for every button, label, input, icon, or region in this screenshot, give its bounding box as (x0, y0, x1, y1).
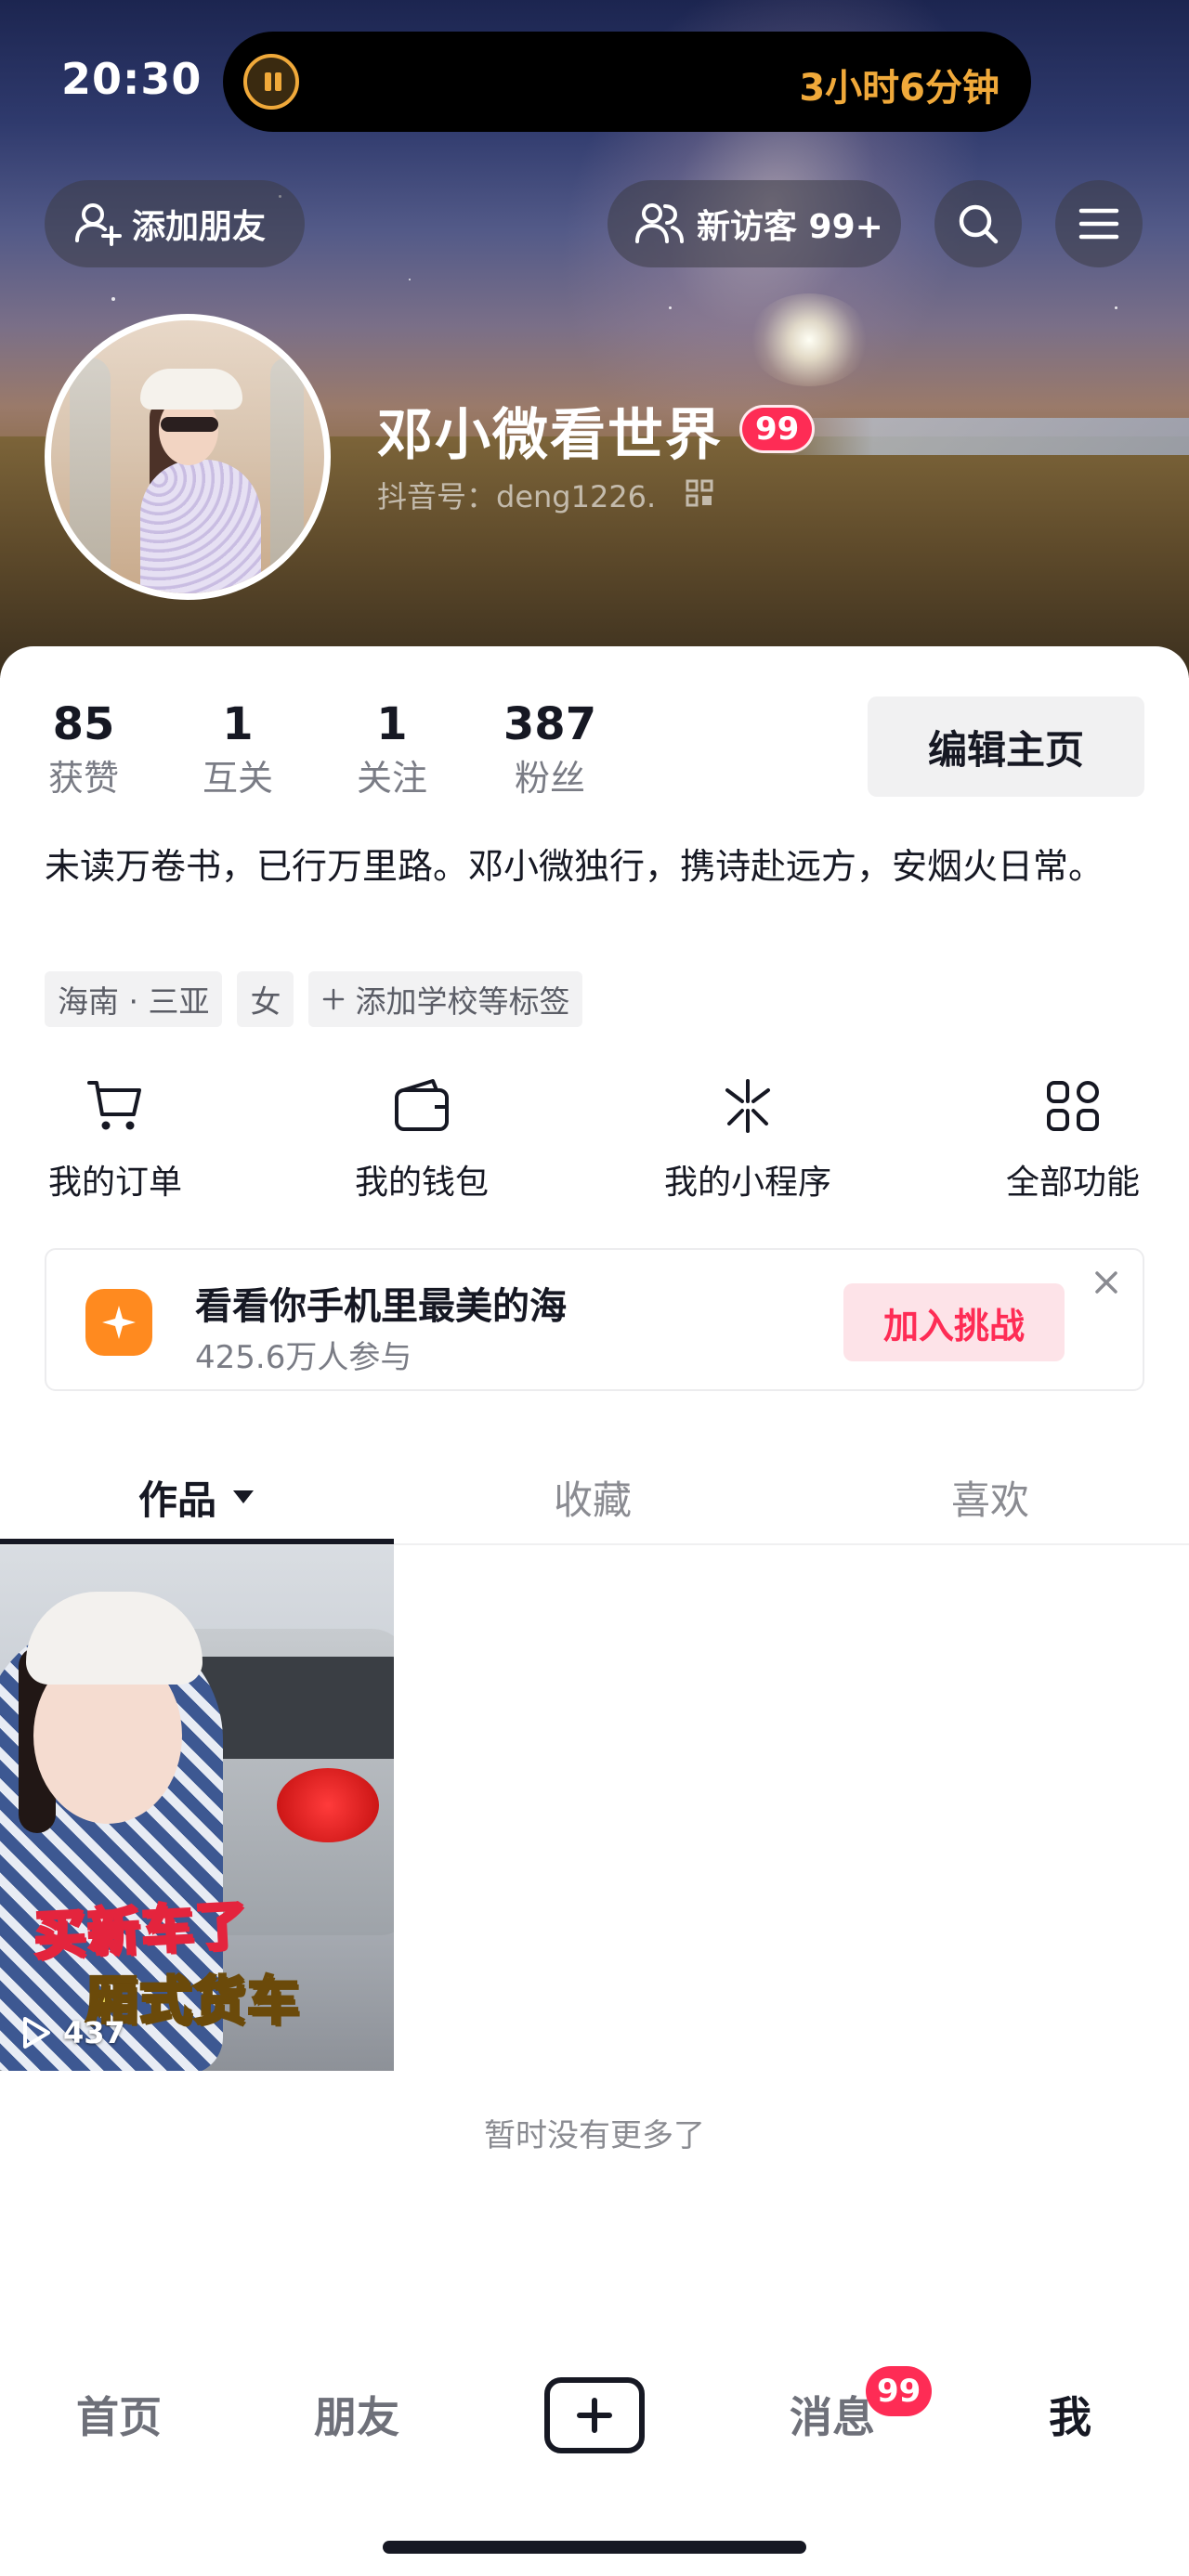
pause-icon (243, 54, 299, 110)
new-visitors-button[interactable]: 新访客 99+ (608, 180, 901, 267)
nav-me[interactable]: 我 (996, 2359, 1144, 2470)
search-button[interactable] (934, 180, 1022, 267)
home-indicator (383, 2541, 806, 2554)
stat-value: 1 (222, 698, 254, 750)
tab-favorites[interactable]: 收藏 (394, 1449, 791, 1545)
close-icon[interactable] (1083, 1259, 1130, 1306)
edit-profile-button[interactable]: 编辑主页 (868, 696, 1144, 797)
stat-likes[interactable]: 85 获赞 (45, 698, 123, 802)
challenge-banner[interactable]: 看看你手机里最美的海 425.6万人参与 加入挑战 (45, 1248, 1144, 1391)
douyin-id: 抖音号：deng1226. (377, 479, 657, 514)
my-mini-programs-button[interactable]: 我的小程序 (650, 1077, 845, 1203)
active-tab-indicator (0, 1539, 394, 1544)
add-tag-button[interactable]: 添加学校等标签 (308, 971, 583, 1027)
function-label: 我的订单 (47, 1164, 182, 1202)
content-tabs: 作品 收藏 喜欢 (0, 1449, 1189, 1545)
menu-button[interactable] (1055, 180, 1143, 267)
cart-icon (87, 1081, 141, 1130)
dynamic-island[interactable]: 3小时6分钟 (223, 32, 1031, 132)
stat-label: 获赞 (47, 758, 119, 799)
qr-code-icon[interactable] (686, 479, 713, 507)
my-orders-button[interactable]: 我的订单 (45, 1077, 186, 1203)
tab-works-label: 作品 (137, 1477, 216, 1523)
all-functions-icon (1047, 1081, 1099, 1131)
stat-label: 互关 (202, 758, 273, 799)
play-count-value: 437 (63, 2015, 125, 2050)
function-label: 我的钱包 (354, 1164, 489, 1202)
function-label: 全部功能 (1005, 1164, 1140, 1202)
messages-badge: 99 (866, 2366, 933, 2416)
function-label: 我的小程序 (663, 1164, 831, 1202)
new-visitors-label: 新访客 99+ (697, 208, 883, 246)
video-thumbnail[interactable]: 买新车了 厢式货车 437 (0, 1545, 394, 2071)
profile-page: 20:30 3小时6分钟 添加朋友 新访客 99+ 邓小微看世界 99 抖音号：… (0, 0, 1189, 2576)
location-tag[interactable]: 海南 · 三亚 (45, 971, 223, 1027)
nav-home[interactable]: 首页 (45, 2359, 193, 2470)
profile-tags: 海南 · 三亚 女 添加学校等标签 (45, 971, 583, 1027)
cover-moon (749, 293, 869, 386)
stat-value: 1 (376, 698, 408, 750)
play-icon (23, 2017, 50, 2049)
challenge-icon (85, 1289, 152, 1356)
stat-value: 85 (52, 698, 115, 750)
level-badge[interactable]: 99 (739, 405, 816, 453)
stat-label: 粉丝 (514, 758, 585, 799)
stat-mutual[interactable]: 1 互关 (199, 698, 277, 802)
nav-friends[interactable]: 朋友 (282, 2359, 431, 2470)
tab-likes[interactable]: 喜欢 (791, 1449, 1189, 1545)
stat-label: 关注 (356, 758, 427, 799)
visitors-icon (635, 203, 684, 243)
challenge-title: 看看你手机里最美的海 (195, 1285, 567, 1328)
cover-lake (762, 418, 1189, 455)
join-challenge-button[interactable]: 加入挑战 (843, 1283, 1065, 1361)
video-caption-line1: 买新车了 (31, 1893, 252, 1968)
stat-followers[interactable]: 387 粉丝 (502, 698, 598, 802)
add-friend-icon (75, 203, 122, 246)
tab-works[interactable]: 作品 (0, 1449, 394, 1545)
status-bar: 20:30 3小时6分钟 (0, 0, 1189, 158)
gender-tag[interactable]: 女 (237, 971, 294, 1027)
bottom-nav: 首页 朋友 消息 我 (0, 2359, 1189, 2470)
video-play-count: 437 (20, 2015, 125, 2050)
mini-program-icon (725, 1079, 770, 1133)
plus-icon (323, 988, 345, 1010)
no-more-text: 暂时没有更多了 (484, 2117, 705, 2154)
avatar[interactable] (45, 314, 331, 600)
function-shortcuts: 我的订单 我的钱包 我的小程序 全部功能 (0, 1077, 1189, 1216)
caret-down-icon (233, 1490, 254, 1503)
my-wallet-button[interactable]: 我的钱包 (351, 1077, 492, 1203)
add-friend-label: 添加朋友 (132, 208, 267, 246)
add-tag-label: 添加学校等标签 (355, 983, 570, 1020)
profile-bio: 未读万卷书，已行万里路。邓小微独行，携诗赴远方，安烟火日常。 (45, 846, 1104, 887)
challenge-participants: 425.6万人参与 (195, 1339, 412, 1376)
status-time: 20:30 (61, 54, 203, 104)
add-friend-button[interactable]: 添加朋友 (45, 180, 305, 267)
menu-icon (1078, 208, 1119, 240)
stat-following[interactable]: 1 关注 (353, 698, 431, 802)
profile-nickname: 邓小微看世界 (377, 403, 723, 468)
live-activity-timer: 3小时6分钟 (799, 67, 1000, 110)
create-button[interactable] (544, 2377, 645, 2453)
search-icon (959, 204, 999, 244)
all-functions-button[interactable]: 全部功能 (1001, 1077, 1144, 1203)
stat-value: 387 (503, 698, 597, 750)
plus-icon (577, 2398, 612, 2433)
wallet-icon (395, 1079, 449, 1131)
